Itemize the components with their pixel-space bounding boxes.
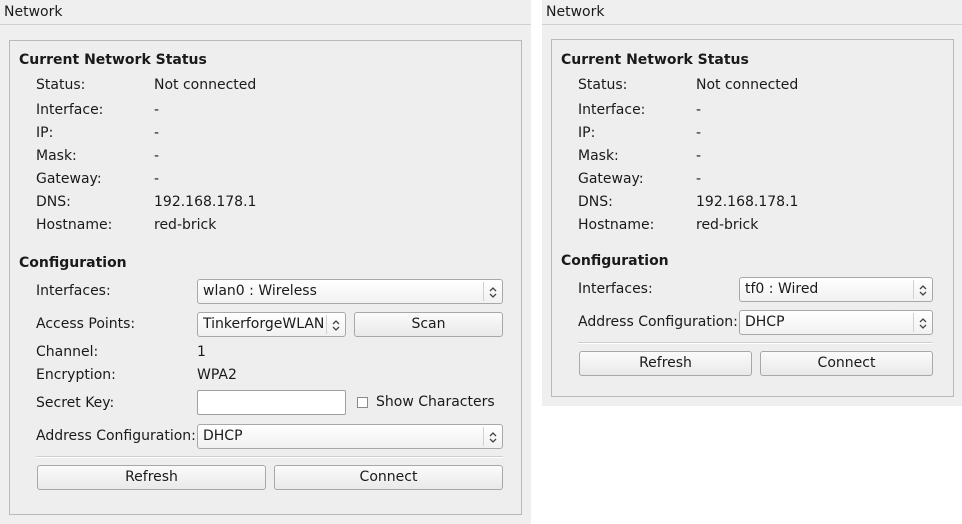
address-config-label: Address Configuration: xyxy=(36,428,196,444)
refresh-button[interactable]: Refresh xyxy=(579,351,752,376)
encryption-value: WPA2 xyxy=(197,367,237,383)
address-config-select[interactable]: DHCP xyxy=(739,310,933,335)
hostname-label: Hostname: xyxy=(578,217,655,233)
status-label: Status: xyxy=(36,77,86,93)
interfaces-label: Interfaces: xyxy=(578,281,653,297)
mask-label: Mask: xyxy=(36,148,77,164)
window-title: Network xyxy=(0,0,531,25)
channel-value: 1 xyxy=(197,344,206,360)
config-heading: Configuration xyxy=(561,253,669,269)
network-window-wireless: Network Current Network Status Status: N… xyxy=(0,0,531,524)
updown-arrows-icon xyxy=(326,315,345,334)
mask-label: Mask: xyxy=(578,148,619,164)
status-value: Not connected xyxy=(696,77,799,93)
mask-value: - xyxy=(154,148,160,164)
gateway-value: - xyxy=(696,171,702,187)
dns-value: 192.168.178.1 xyxy=(696,194,799,210)
address-config-select[interactable]: DHCP xyxy=(197,424,503,449)
scan-button[interactable]: Scan xyxy=(354,312,503,337)
interface-label: Interface: xyxy=(578,102,646,118)
updown-arrows-icon xyxy=(913,280,932,299)
connect-button[interactable]: Connect xyxy=(274,465,503,490)
refresh-button[interactable]: Refresh xyxy=(37,465,266,490)
dns-label: DNS: xyxy=(36,194,71,210)
access-points-label: Access Points: xyxy=(36,316,136,332)
hostname-value: red-brick xyxy=(154,217,217,233)
network-window-wired: Network Current Network Status Status: N… xyxy=(542,0,962,406)
access-points-select-value: TinkerforgeWLAN xyxy=(203,316,325,332)
connect-button[interactable]: Connect xyxy=(760,351,933,376)
ip-label: IP: xyxy=(36,125,54,141)
address-config-select-value: DHCP xyxy=(203,428,243,444)
interfaces-select[interactable]: wlan0 : Wireless xyxy=(197,279,503,304)
gateway-value: - xyxy=(154,171,160,187)
show-characters-label[interactable]: Show Characters xyxy=(376,394,495,410)
secret-key-input[interactable] xyxy=(197,390,346,415)
network-panel: Current Network Status Status: Not conne… xyxy=(9,40,522,515)
access-points-select[interactable]: TinkerforgeWLAN xyxy=(197,312,346,337)
show-characters-checkbox[interactable] xyxy=(357,397,368,408)
network-panel: Current Network Status Status: Not conne… xyxy=(551,39,954,397)
interfaces-select-value: tf0 : Wired xyxy=(745,281,819,297)
interface-label: Interface: xyxy=(36,102,104,118)
updown-arrows-icon xyxy=(913,313,932,332)
address-config-label: Address Configuration: xyxy=(578,314,738,330)
updown-arrows-icon xyxy=(483,282,502,301)
encryption-label: Encryption: xyxy=(36,367,116,383)
address-config-select-value: DHCP xyxy=(745,314,785,330)
status-label: Status: xyxy=(578,77,628,93)
dns-value: 192.168.178.1 xyxy=(154,194,257,210)
ip-value: - xyxy=(154,125,160,141)
gateway-label: Gateway: xyxy=(36,171,102,187)
config-heading: Configuration xyxy=(19,255,127,271)
mask-value: - xyxy=(696,148,702,164)
hostname-value: red-brick xyxy=(696,217,759,233)
status-value: Not connected xyxy=(154,77,257,93)
status-heading: Current Network Status xyxy=(561,52,749,68)
status-heading: Current Network Status xyxy=(19,52,207,68)
hostname-label: Hostname: xyxy=(36,217,113,233)
interface-value: - xyxy=(154,102,160,118)
interfaces-select-value: wlan0 : Wireless xyxy=(203,283,317,299)
gateway-label: Gateway: xyxy=(578,171,644,187)
separator xyxy=(36,456,503,458)
secret-key-label: Secret Key: xyxy=(36,395,115,411)
ip-label: IP: xyxy=(578,125,596,141)
channel-label: Channel: xyxy=(36,344,99,360)
interfaces-label: Interfaces: xyxy=(36,283,111,299)
interfaces-select[interactable]: tf0 : Wired xyxy=(739,277,933,302)
window-title: Network xyxy=(542,0,962,25)
interface-value: - xyxy=(696,102,702,118)
dns-label: DNS: xyxy=(578,194,613,210)
ip-value: - xyxy=(696,125,702,141)
updown-arrows-icon xyxy=(483,427,502,446)
separator xyxy=(578,342,933,344)
